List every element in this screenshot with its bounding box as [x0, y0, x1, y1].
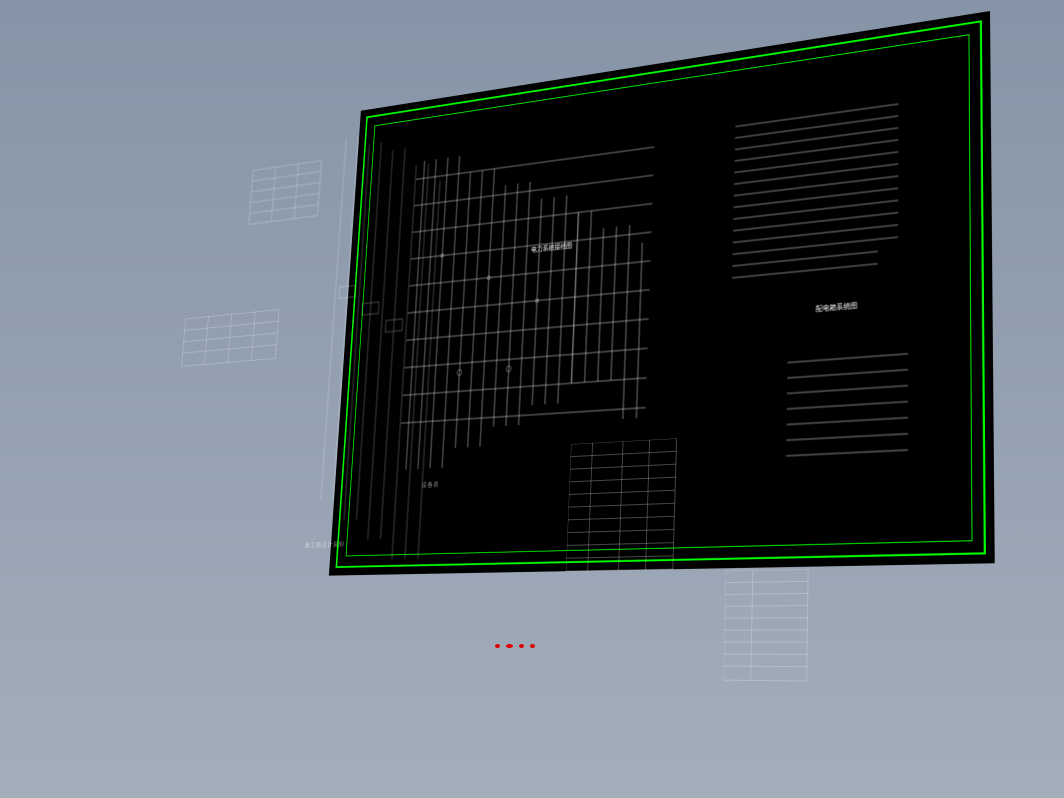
floating-label-2: 设备表	[421, 480, 439, 490]
floating-components	[336, 280, 405, 336]
red-dot	[530, 644, 535, 648]
floating-table-group	[166, 294, 337, 459]
cad-viewport[interactable]: 电力系统接线图 配电箱系统图	[0, 0, 1064, 798]
red-dot	[506, 644, 513, 648]
bom-table	[565, 438, 685, 586]
red-dot	[495, 644, 500, 648]
lower-title-block	[723, 569, 818, 697]
floating-label-1: 施工图设计说明	[304, 539, 344, 549]
panel-heading-2: 配电箱系统图	[816, 301, 858, 315]
floating-table-1	[249, 161, 322, 225]
floating-vertical-runs	[317, 124, 444, 561]
red-dot	[519, 644, 524, 648]
red-accent-marks	[495, 644, 535, 648]
